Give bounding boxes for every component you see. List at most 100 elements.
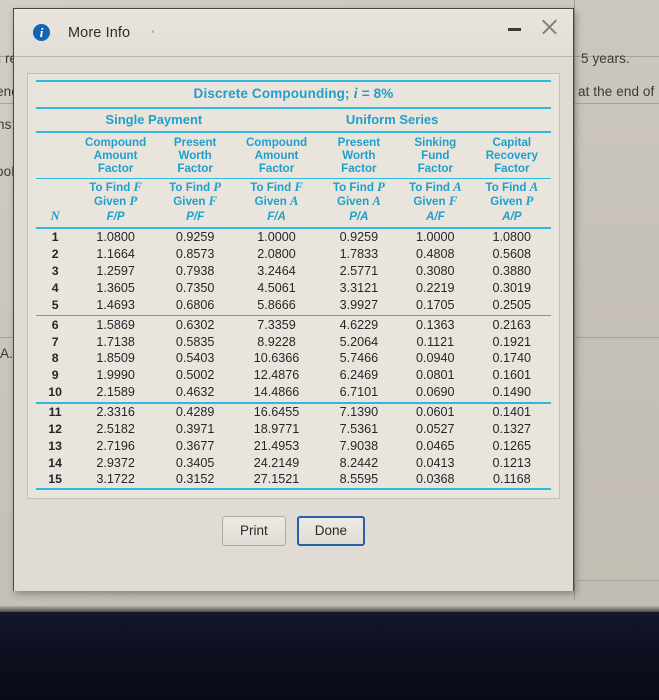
window-controls <box>505 17 559 37</box>
given-symbol: F <box>208 193 218 208</box>
cell-value: 0.3080 <box>416 263 455 278</box>
col-name-line: Present <box>337 135 381 149</box>
col-name-line: Factor <box>177 162 213 176</box>
dialog-title: More Info <box>68 24 131 41</box>
col-name-line: Factor <box>258 162 295 176</box>
cell-value: 0.2163 <box>492 317 532 332</box>
cell-value: 0.1265 <box>492 438 532 453</box>
background-text-fragment: A. <box>0 346 13 361</box>
cell-n: 11 <box>48 405 62 420</box>
group-header-uniform-series: Uniform Series <box>345 112 439 127</box>
ratio-p-a: P/A <box>349 210 369 224</box>
table-row: 8 1.8509 0.5403 10.6366 5.7466 0.0940 0.1740 <box>36 350 551 367</box>
table-row: 1 1.0800 0.9259 1.0000 0.9259 1.0000 1.0800 <box>36 229 551 246</box>
cell-value: 2.5771 <box>339 263 379 278</box>
cell-value: 1.0800 <box>492 230 532 245</box>
cell-value: 0.1601 <box>492 368 532 383</box>
cell-value: 0.9259 <box>175 230 215 245</box>
table-title-main: Discrete Compounding; <box>193 86 354 101</box>
table-row: 6 1.5869 0.6302 7.3359 4.6229 0.1363 0.2163 <box>36 316 551 333</box>
print-button[interactable]: Print <box>221 515 286 546</box>
cell-n: 13 <box>48 438 62 453</box>
col-name-line: Compound <box>85 135 147 149</box>
cell-value: 0.3677 <box>175 438 215 453</box>
cell-n: 15 <box>48 472 62 487</box>
cell-value: 2.0800 <box>257 247 296 262</box>
cell-value: 1.4693 <box>96 297 135 312</box>
cell-value: 0.1168 <box>493 472 531 487</box>
column-header-p-f: Present Worth Factor <box>157 133 233 178</box>
find-symbol: P <box>377 180 385 195</box>
done-button[interactable]: Done <box>296 515 366 546</box>
table-row: 13 2.7196 0.3677 21.4953 7.9038 0.0465 0.1265 <box>36 437 551 454</box>
find-given-f-a: To Find F Given A <box>233 179 319 209</box>
minimize-icon[interactable] <box>505 17 525 37</box>
cell-n: 4 <box>51 280 59 295</box>
table-title: Discrete Compounding; i = 8% <box>36 82 551 107</box>
cell-value: 4.6229 <box>339 317 379 332</box>
cell-value: 16.6455 <box>253 405 300 420</box>
ratio-p-f: P/F <box>186 210 205 224</box>
table-row: 14 2.9372 0.3405 24.2149 8.2442 0.0413 0.1213 <box>36 454 551 471</box>
cell-value: 14.4866 <box>253 384 300 399</box>
cell-value: 7.9038 <box>339 438 379 453</box>
cell-value: 0.4289 <box>175 405 215 420</box>
col-name-line: Capital <box>492 135 532 149</box>
cell-value: 3.9927 <box>339 297 379 312</box>
cell-n: 8 <box>51 351 59 366</box>
cell-value: 0.1490 <box>492 384 532 399</box>
col-name-line: Worth <box>178 148 212 162</box>
document-rule <box>578 580 659 581</box>
find-label: To Find <box>485 181 530 195</box>
cell-value: 0.1121 <box>416 334 455 349</box>
cell-value: 0.3880 <box>492 263 532 278</box>
cell-value: 0.1401 <box>492 405 532 420</box>
close-icon[interactable] <box>539 17 559 37</box>
cell-value: 24.2149 <box>253 455 300 470</box>
cell-value: 0.1740 <box>492 351 532 366</box>
given-symbol: P <box>129 193 138 208</box>
cell-value: 12.4876 <box>253 368 300 383</box>
cell-value: 0.3405 <box>175 455 215 470</box>
col-name-line: Fund <box>421 148 450 162</box>
ratio-a-f: A/F <box>425 210 445 224</box>
column-header-a-p: Capital Recovery Factor <box>473 133 551 178</box>
cell-n: 14 <box>48 455 62 470</box>
cell-n: 12 <box>48 422 62 437</box>
cell-n: 1 <box>51 230 59 245</box>
group-header-single-payment: Single Payment <box>105 112 203 127</box>
cell-n: 5 <box>51 297 59 312</box>
table-row: 9 1.9990 0.5002 12.4876 6.2469 0.0801 0.1601 <box>36 367 551 384</box>
cell-value: 0.1705 <box>416 297 455 312</box>
background-text-fragment: at the end of <box>578 84 655 99</box>
col-name-line: Worth <box>342 148 376 162</box>
col-name-line: Compound <box>245 135 308 149</box>
given-label: Given <box>94 194 130 208</box>
find-label: To Find <box>332 181 378 195</box>
given-symbol: A <box>372 193 381 208</box>
given-label: Given <box>490 194 526 208</box>
find-given-p-f: To Find P Given F <box>157 179 233 209</box>
find-label: To Find <box>409 181 454 195</box>
cell-value: 0.4632 <box>175 384 215 399</box>
find-given-p-a: To Find P Given A <box>320 179 398 209</box>
table-row: 2 1.1664 0.8573 2.0800 1.7833 0.4808 0.5608 <box>36 246 551 263</box>
dialog-button-row: Print Done <box>27 515 560 546</box>
cell-value: 5.2064 <box>339 334 379 349</box>
col-name-line: Amount <box>93 148 138 162</box>
monitor-bezel <box>0 612 659 700</box>
cell-value: 0.7350 <box>175 280 215 295</box>
column-header-n: N <box>36 209 74 227</box>
cell-value: 7.5361 <box>339 422 379 437</box>
column-header-f-p: Compound Amount Factor <box>74 133 157 178</box>
cell-value: 2.1589 <box>96 384 135 399</box>
cell-value: 0.2505 <box>492 297 532 312</box>
cell-value: 0.8573 <box>175 247 215 262</box>
titlebar-speck: ' <box>152 29 155 41</box>
cell-value: 8.2442 <box>339 455 379 470</box>
cell-value: 3.3121 <box>339 280 379 295</box>
document-margin-line <box>574 0 575 600</box>
cell-value: 1.9990 <box>96 368 135 383</box>
cell-n: 9 <box>51 368 59 383</box>
factor-table-frame: Discrete Compounding; i = 8% Single Paym… <box>27 73 560 499</box>
